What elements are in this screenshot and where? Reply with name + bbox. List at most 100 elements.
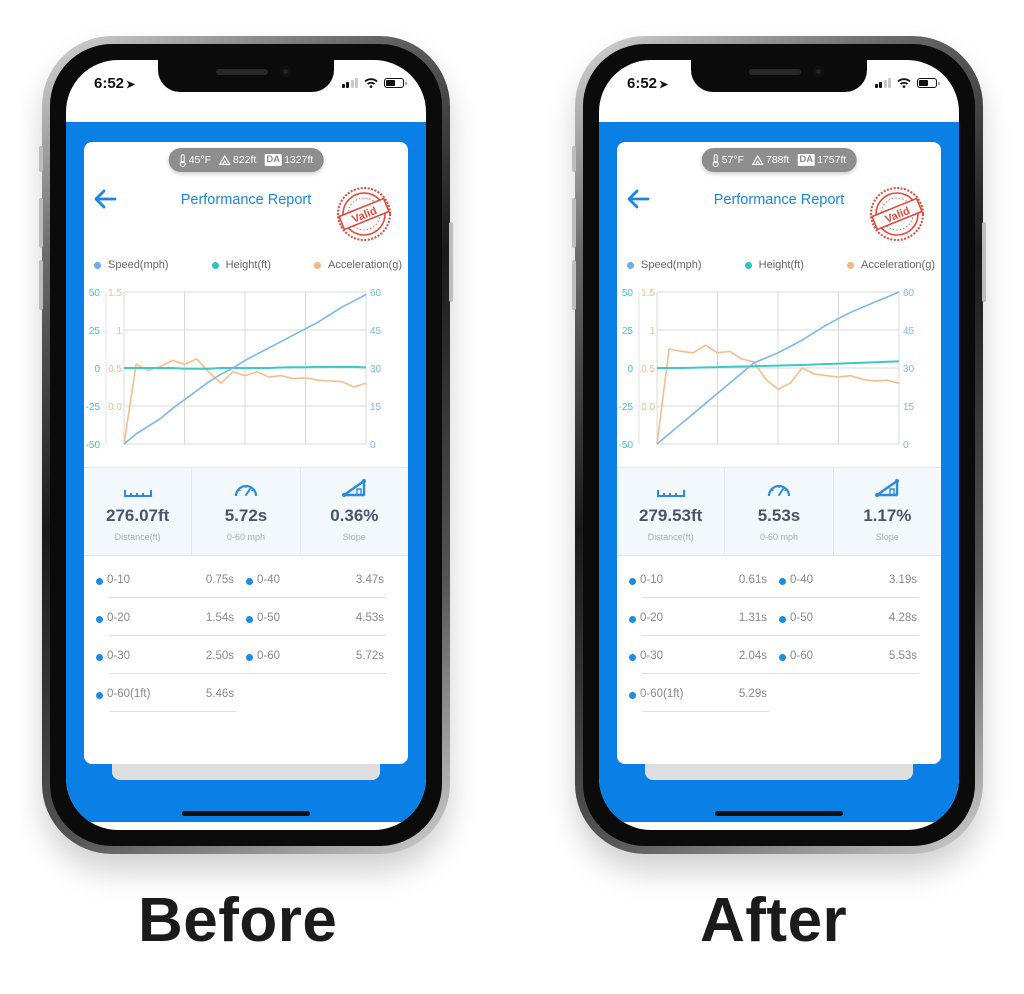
- stats-row: 279.53ft Distance(ft) 5.53s 0-60 mph 1.1…: [617, 467, 941, 556]
- legend-label: Acceleration(g): [328, 259, 402, 271]
- signal-icon: [341, 78, 358, 88]
- legend-speed[interactable]: Speed(mph): [94, 259, 169, 271]
- bullet-icon: [246, 578, 253, 585]
- height-tick-label: 0: [94, 364, 100, 375]
- height-tick-label: -50: [86, 440, 101, 451]
- stat-value: 5.72s: [224, 506, 268, 525]
- caption-after: After: [700, 886, 848, 955]
- stat-label: Slope: [875, 532, 899, 542]
- acceleration-tick-label: 1.5: [641, 288, 655, 299]
- bullet-icon: [629, 578, 636, 585]
- bezel: 6:52 ➤ 45°F 822ft DA 1327ft Performance Re…: [50, 44, 442, 846]
- stat-zero-to-sixty: 5.72s 0-60 mph: [192, 468, 301, 555]
- stat-label: Distance(ft): [647, 532, 694, 542]
- location-arrow-icon: ➤: [659, 79, 669, 91]
- split-time: 2.04s: [738, 650, 767, 662]
- list-item: 0-30 2.50s: [84, 643, 236, 681]
- split-name: 0-60: [790, 650, 814, 662]
- legend-acceleration[interactable]: Acceleration(g): [847, 259, 935, 271]
- split-name: 0-50: [790, 612, 814, 624]
- split-time: 0.75s: [205, 574, 234, 586]
- split-name: 0-30: [107, 650, 131, 662]
- speed-tick-label: 0: [370, 440, 376, 451]
- split-time: 5.46s: [205, 688, 234, 700]
- density-altitude-badge: DA: [797, 154, 816, 166]
- status-icons: [341, 78, 407, 88]
- battery-icon: [917, 78, 940, 88]
- caption-before: Before: [138, 886, 338, 955]
- speed-tick-label: 15: [903, 402, 915, 413]
- status-time: 6:52 ➤: [94, 75, 135, 92]
- list-item: 0-10 0.75s: [84, 567, 236, 605]
- notch: [158, 60, 334, 92]
- speed-tick-label: 15: [370, 402, 382, 413]
- list-item: 0-60 5.53s: [765, 643, 919, 681]
- acceleration-tick-label: 0.0: [108, 402, 122, 413]
- stat-label: 0-60 mph: [226, 532, 265, 542]
- volume-down-button: [572, 260, 576, 310]
- legend-height[interactable]: Height(ft): [744, 259, 804, 271]
- bullet-icon: [629, 654, 636, 661]
- split-name: 0-60(1ft): [640, 688, 684, 700]
- volume-up-button: [39, 198, 43, 248]
- slope-icon: [342, 479, 367, 497]
- legend-label: Height(ft): [225, 259, 271, 271]
- screen: 6:52 ➤ 45°F 822ft DA 1327ft Performance Re…: [66, 60, 426, 830]
- camera: [813, 66, 824, 77]
- list-item: 0-50 4.53s: [232, 605, 386, 643]
- speaker: [749, 69, 801, 75]
- stat-value: 0.36%: [330, 506, 379, 525]
- acceleration-tick-label: 1: [649, 326, 655, 337]
- legend-speed[interactable]: Speed(mph): [627, 259, 702, 271]
- bullet-icon: [246, 616, 253, 623]
- split-name: 0-20: [107, 612, 131, 624]
- legend-acceleration[interactable]: Acceleration(g): [314, 259, 402, 271]
- height-tick-label: -50: [619, 440, 634, 451]
- height-tick-label: 50: [89, 288, 101, 299]
- report-card: 45°F 822ft DA 1327ft Performance Report V…: [84, 142, 408, 764]
- split-name: 0-60: [257, 650, 281, 662]
- location-arrow-icon: ➤: [126, 79, 136, 91]
- acceleration-tick-label: 1.5: [108, 288, 122, 299]
- side-button: [982, 222, 986, 302]
- report-card: 57°F 788ft DA 1757ft Performance Report V…: [617, 142, 941, 764]
- density-altitude: 1327ft: [284, 154, 314, 166]
- height-tick-label: 25: [89, 326, 101, 337]
- side-button: [449, 222, 453, 302]
- home-indicator[interactable]: [182, 811, 310, 816]
- mountain-icon: [219, 155, 231, 165]
- bullet-icon: [96, 616, 103, 623]
- legend-label: Acceleration(g): [861, 259, 935, 271]
- ruler-icon: [123, 490, 152, 497]
- speed-tick-label: 60: [903, 288, 915, 299]
- height-tick-label: 25: [622, 326, 634, 337]
- split-name: 0-30: [640, 650, 664, 662]
- bullet-icon: [779, 654, 786, 661]
- list-item: 0-50 4.28s: [765, 605, 919, 643]
- speed-tick-label: 45: [903, 326, 915, 337]
- home-indicator[interactable]: [715, 811, 843, 816]
- height-tick-label: 0: [627, 364, 633, 375]
- clock: 6:52: [627, 75, 658, 92]
- screen: 6:52 ➤ 57°F 788ft DA 1757ft Performance Re…: [599, 60, 959, 830]
- volume-down-button: [39, 260, 43, 310]
- legend-label: Speed(mph): [641, 259, 702, 271]
- speed-tick-label: 60: [370, 288, 382, 299]
- split-time: 5.53s: [888, 650, 917, 662]
- phone-after: 6:52 ➤ 57°F 788ft DA 1757ft Performance Re…: [572, 36, 986, 854]
- split-time: 0.61s: [738, 574, 767, 586]
- altitude: 788ft: [766, 154, 790, 166]
- bullet-icon: [96, 654, 103, 661]
- acceleration-tick-label: 0.5: [108, 364, 122, 375]
- acceleration-tick-label: 0.0: [641, 402, 655, 413]
- mountain-icon: [752, 155, 764, 165]
- density-altitude: 1757ft: [817, 154, 847, 166]
- legend-height[interactable]: Height(ft): [211, 259, 271, 271]
- split-time: 2.50s: [205, 650, 234, 662]
- density-altitude-badge: DA: [264, 154, 283, 166]
- speaker: [216, 69, 268, 75]
- thermometer-icon: [179, 153, 186, 167]
- notch: [691, 60, 867, 92]
- split-time: 1.54s: [205, 612, 234, 624]
- bullet-icon: [629, 616, 636, 623]
